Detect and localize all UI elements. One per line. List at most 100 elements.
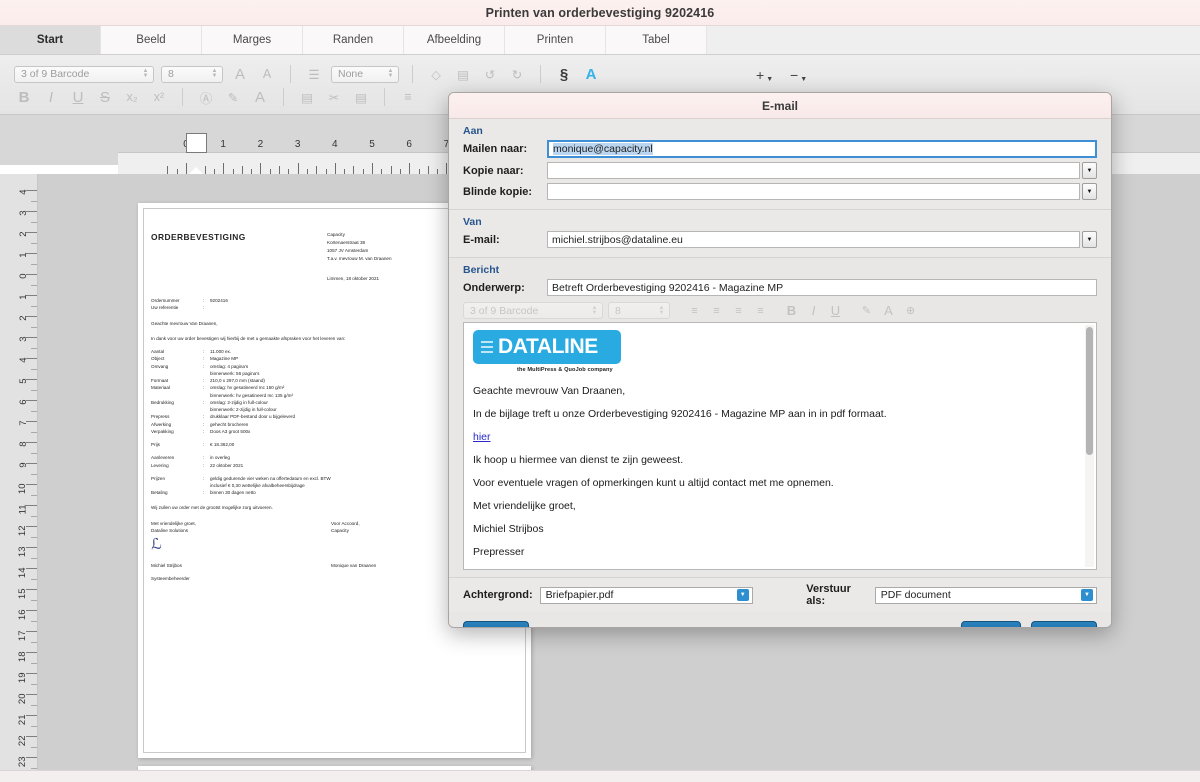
zoom-in-button[interactable]: + ▼ — [756, 67, 773, 83]
ruler-tick — [204, 166, 206, 174]
list-style-combo[interactable]: None ▲ ▼ — [331, 65, 399, 83]
subscript-icon[interactable]: x₂ — [122, 88, 142, 106]
mail-to-value: monique@capacity.nl — [553, 143, 653, 155]
paragraph-mark-icon[interactable]: § — [554, 65, 574, 83]
body-link-hier[interactable]: hier — [473, 431, 491, 443]
underline-icon[interactable]: U — [68, 88, 88, 106]
tab-randen[interactable]: Randen — [303, 26, 404, 54]
superscript-icon[interactable]: x² — [149, 88, 169, 106]
spec-key: Levering — [151, 462, 169, 468]
toolbar-divider — [290, 65, 291, 83]
confirm-button-label: ENTER — [1046, 626, 1082, 628]
sendas-select[interactable]: PDF document ▼ — [874, 586, 1097, 604]
cancel-button[interactable]: ESC — [961, 621, 1021, 627]
confirm-button[interactable]: ENTER — [1031, 621, 1097, 628]
globe-icon[interactable]: ⊕ — [902, 303, 919, 318]
align-center-icon[interactable]: ≡ — [708, 303, 725, 318]
body-paragraph-1: In de bijlage treft u onze Orderbevestig… — [473, 408, 887, 420]
ruler-tick — [31, 305, 37, 307]
italic-icon[interactable]: I — [41, 88, 61, 106]
toolbar-divider — [540, 65, 541, 83]
table-select-icon[interactable]: ▤ — [453, 65, 473, 83]
cc-row: Kopie naar: ▼ — [449, 161, 1111, 182]
tab-tabel[interactable]: Tabel — [606, 26, 707, 54]
underline-icon[interactable]: U — [827, 303, 844, 318]
message-body-scrollbar-thumb[interactable] — [1086, 327, 1093, 455]
outline-text-icon[interactable]: Ⓐ — [196, 88, 216, 106]
tab-start[interactable]: Start — [0, 26, 101, 54]
body-paragraph-3: Voor eventuele vragen of opmerkingen kun… — [473, 477, 834, 489]
background-select[interactable]: Briefpapier.pdf ▼ — [539, 586, 753, 604]
ruler-tick — [26, 694, 37, 695]
spec-colon: : — [203, 421, 205, 427]
from-dropdown-button[interactable]: ▼ — [1082, 231, 1097, 248]
from-input[interactable]: michiel.strijbos@dataline.eu — [547, 231, 1080, 248]
vertical-ruler[interactable]: 4 3 2 1 0 1 2 3 4 5 6 7 8 9 10 11 12 13 14 15 16 17 18 19 20 21 22… — [0, 174, 38, 782]
tab-afbeelding[interactable]: Afbeelding — [404, 26, 505, 54]
bullet-list-icon[interactable]: ☰ — [304, 65, 324, 83]
spec-colon-empty — [203, 482, 210, 489]
italic-icon[interactable]: I — [805, 303, 822, 318]
ruler-number: 1 — [220, 139, 226, 150]
font-color-icon[interactable]: A — [880, 303, 897, 318]
body-sender-role: Prepresser — [473, 546, 525, 558]
tab-beeld[interactable]: Beeld — [101, 26, 202, 54]
bcc-dropdown-button[interactable]: ▼ — [1082, 183, 1097, 200]
chevron-updown-icon: ▲ ▼ — [142, 68, 149, 79]
strikethrough-icon[interactable]: S — [95, 88, 115, 106]
attachment-button[interactable]: Bijlage — [463, 621, 529, 627]
sender-panel: Van E-mail: michiel.strijbos@dataline.eu… — [449, 210, 1111, 258]
ruler-tick — [31, 242, 37, 244]
background-value: Briefpapier.pdf — [545, 589, 614, 601]
tab-marges-label: Marges — [232, 34, 272, 46]
ruler-tick — [31, 683, 37, 685]
ruler-tick — [26, 316, 37, 317]
ruler-number: 19 — [17, 672, 29, 684]
cc-dropdown-button[interactable]: ▼ — [1082, 162, 1097, 179]
copy-icon[interactable]: ▤ — [351, 88, 371, 106]
first-line-indent-marker[interactable] — [186, 133, 207, 153]
editor-font-family-combo[interactable]: 3 of 9 Barcode ▲ ▼ — [463, 302, 603, 319]
bcc-input[interactable] — [547, 183, 1080, 200]
align-right-icon[interactable]: ≡ — [730, 303, 747, 318]
body-paragraph-4: Met vriendelijke groet, — [473, 500, 576, 512]
background-label: Achtergrond: — [463, 589, 533, 601]
message-body-editor[interactable]: DATALINE the MultiPress & QuoJob company… — [463, 322, 1097, 570]
align-justify-icon[interactable]: ≡ — [752, 303, 769, 318]
bold-icon[interactable]: B — [783, 303, 800, 318]
subject-input[interactable]: Betreft Orderbevestiging 9202416 - Magaz… — [547, 279, 1097, 296]
cut-icon[interactable]: ✂ — [324, 88, 344, 106]
ruler-tick — [26, 379, 37, 380]
ruler-tick — [26, 295, 37, 296]
mail-to-input[interactable]: monique@capacity.nl — [547, 140, 1097, 158]
font-size-combo[interactable]: 8 ▲ ▼ — [161, 65, 223, 83]
increase-font-icon[interactable]: A — [230, 65, 250, 83]
font-color-icon[interactable]: A — [250, 88, 270, 106]
zoom-out-button[interactable]: − ▼ — [790, 67, 807, 83]
highlighter-icon[interactable]: ✎ — [223, 88, 243, 106]
ruler-tick — [26, 337, 37, 338]
highlighter-icon[interactable]: ✎ — [858, 303, 875, 318]
message-body-scrollbar[interactable] — [1085, 325, 1094, 567]
recipients-panel: Aan Mailen naar: monique@capacity.nl Kop… — [449, 119, 1111, 210]
paste-icon[interactable]: ▤ — [297, 88, 317, 106]
text-color-icon[interactable]: A — [581, 65, 601, 83]
cc-input[interactable] — [547, 162, 1080, 179]
spec-colon: : — [203, 442, 205, 447]
editor-font-size-combo[interactable]: 8 ▲ ▼ — [608, 302, 670, 319]
tab-marges[interactable]: Marges — [202, 26, 303, 54]
bold-icon[interactable]: B — [14, 88, 34, 106]
sendas-label: Verstuur als: — [806, 583, 851, 607]
ruler-tick — [26, 358, 37, 359]
undo-icon[interactable]: ↺ — [480, 65, 500, 83]
align-icon[interactable]: ≡ — [398, 88, 418, 106]
redo-icon[interactable]: ↻ — [507, 65, 527, 83]
align-left-icon[interactable]: ≡ — [686, 303, 703, 318]
font-family-combo[interactable]: 3 of 9 Barcode ▲ ▼ — [14, 65, 154, 83]
regards-right-line: Capacity — [331, 528, 349, 533]
email-dialog[interactable]: E-mail Aan Mailen naar: monique@capacity… — [448, 92, 1112, 628]
eraser-icon[interactable]: ◇ — [426, 65, 446, 83]
tab-printen[interactable]: Printen — [505, 26, 606, 54]
decrease-font-icon[interactable]: A — [257, 65, 277, 83]
meta-key: Uw referentie — [151, 305, 179, 311]
